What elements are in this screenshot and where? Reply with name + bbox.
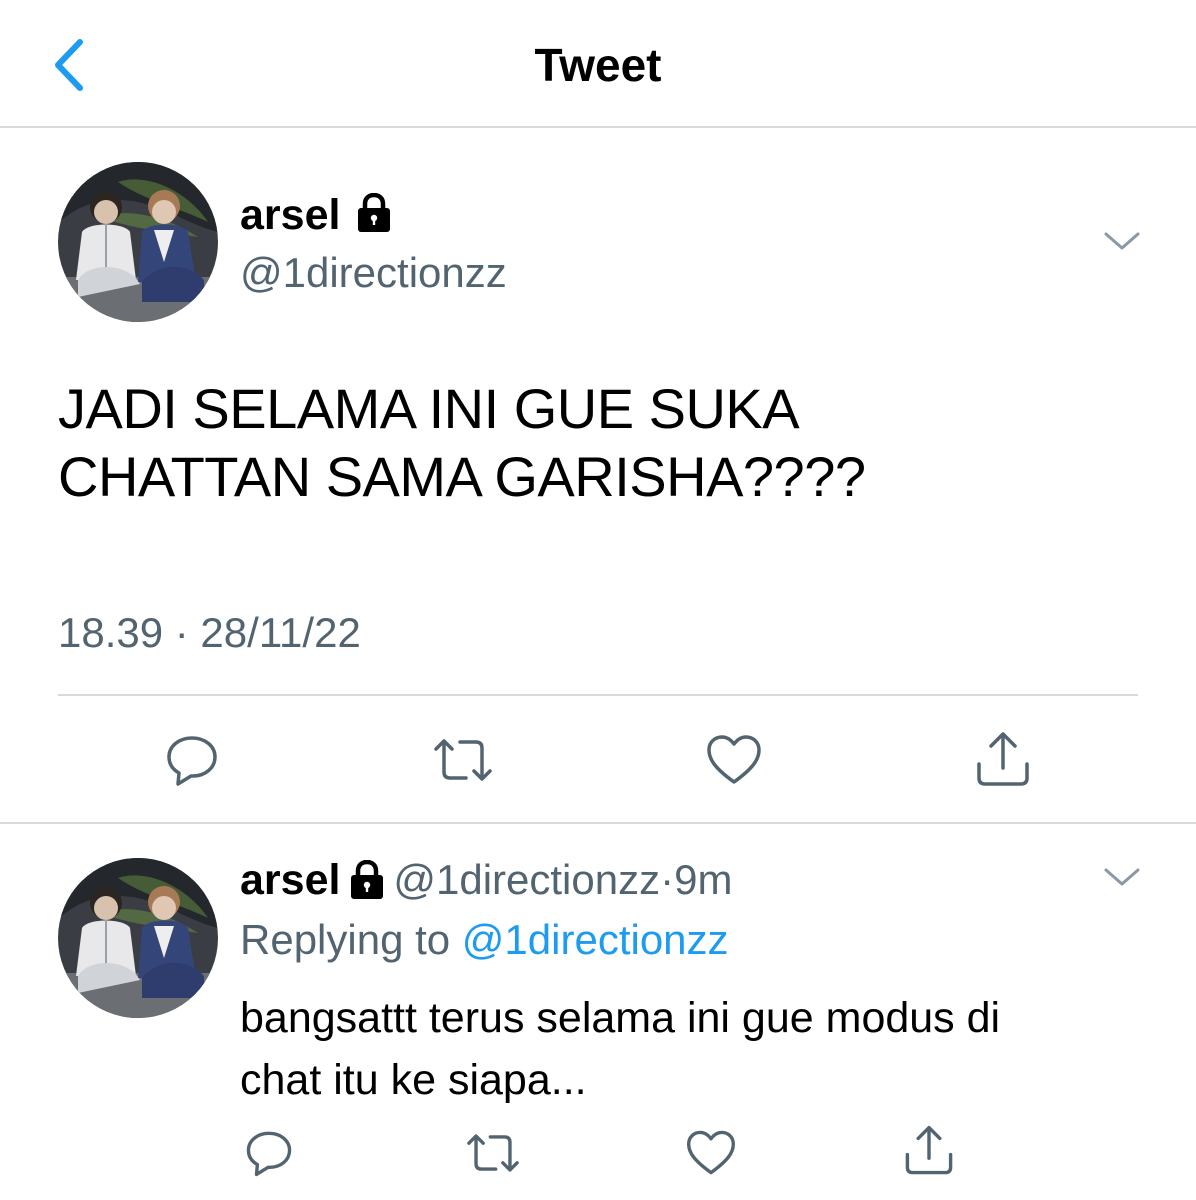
chevron-down-icon [1104,232,1140,250]
tweet-timestamp[interactable]: 18.39 · 28/11/22 [58,608,361,658]
share-icon [905,1125,953,1175]
reply-author-handle: @1directionzz [393,856,661,903]
reply-text-line: bangsattt terus selama ini gue modus di [240,994,1001,1042]
reply-author-name: arsel [240,856,341,904]
reply-button[interactable] [159,727,225,793]
author-name: arsel [240,191,341,239]
reply-retweet-button[interactable] [460,1120,526,1186]
like-icon [707,735,761,784]
reply-text: bangsattt terus selama ini gue modus di … [240,987,1140,1111]
reply-more-options-button[interactable] [1102,862,1142,892]
reply-avatar[interactable] [58,858,218,1018]
reply-author-row[interactable]: arsel @1directionzz·9m [240,855,732,905]
tweet-text-line: CHATTAN SAMA GARISHA???? [58,445,866,508]
reply-text-line: chat itu ke siapa... [240,1056,587,1104]
lock-icon [352,193,396,233]
replying-to: Replying to @1directionzz [240,915,729,965]
reply-icon [167,736,217,786]
replying-mention-link[interactable]: @1directionzz [462,916,729,963]
retweet-button[interactable] [430,727,496,793]
tweet-text-line: JADI SELAMA INI GUE SUKA [58,377,800,440]
avatar[interactable] [58,162,218,322]
timestamp-divider [58,694,1138,696]
lock-icon [345,860,389,900]
replying-prefix: Replying to [240,916,451,963]
reply-reply-button[interactable] [236,1120,302,1186]
like-button[interactable] [701,727,767,793]
retweet-icon [434,739,492,781]
reply-icon [246,1131,292,1177]
chevron-down-icon [1104,868,1140,886]
author-name-row[interactable]: arsel [240,190,396,240]
header-divider [0,126,1196,128]
share-icon [977,732,1029,786]
retweet-icon [467,1134,519,1172]
share-button[interactable] [970,727,1036,793]
like-icon [686,1130,736,1175]
reply-time: 9m [674,856,733,903]
author-handle[interactable]: @1directionzz [240,248,507,298]
tweet-text: JADI SELAMA INI GUE SUKA CHATTAN SAMA GA… [58,375,1118,511]
reply-share-button[interactable] [896,1118,962,1184]
separator-dot: · [660,856,675,903]
page-title: Tweet [534,39,662,91]
profile-photo [58,162,218,322]
profile-photo [58,858,218,1018]
reply-like-button[interactable] [678,1120,744,1186]
more-options-button[interactable] [1102,226,1142,256]
thread-divider [0,822,1196,824]
